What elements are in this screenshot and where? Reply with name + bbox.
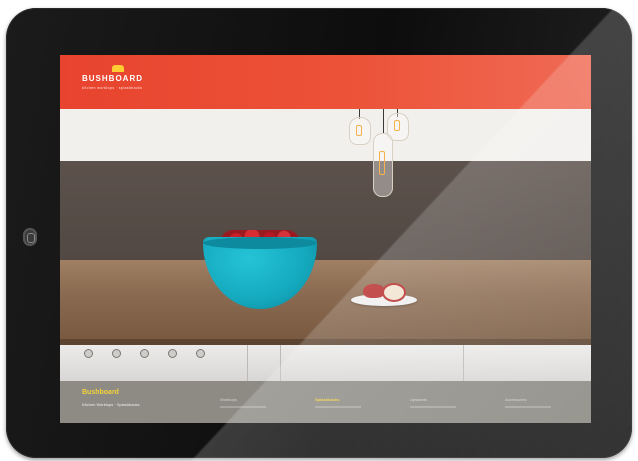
ceiling-band	[60, 109, 591, 161]
footer-nav-label: Worktops	[220, 397, 237, 402]
footer-nav-line	[315, 406, 361, 408]
tablet-screen: BUSHBOARD kitchen worktops · splashbacks…	[60, 55, 591, 423]
cabinet-divider	[280, 345, 281, 381]
footer-nav-splashbacks[interactable]: Splashbacks	[315, 397, 361, 408]
footer-nav-line	[220, 406, 266, 408]
cabinet-row	[60, 345, 591, 381]
hob-dial-icon	[140, 349, 149, 358]
apple-slice	[382, 283, 406, 302]
cabinet-divider	[463, 345, 464, 381]
footer-nav-label: Accessories	[505, 397, 527, 402]
wood-worktop	[60, 260, 591, 345]
home-button[interactable]	[23, 228, 37, 246]
hob-dial-icon	[84, 349, 93, 358]
footer-subtitle: Kitchen Worktops · Splashbacks	[82, 402, 140, 407]
footer-title: Bushboard	[82, 389, 119, 396]
header-bar: BUSHBOARD kitchen worktops · splashbacks	[60, 55, 591, 109]
filament	[356, 125, 362, 136]
filament	[379, 151, 385, 175]
footer-nav-line	[410, 406, 456, 408]
cabinet-divider	[247, 345, 248, 381]
logo-icon	[112, 65, 124, 72]
footer-nav-upstands[interactable]: Upstands	[410, 397, 456, 408]
footer-nav-worktops[interactable]: Worktops	[220, 397, 266, 408]
hob-dial-icon	[168, 349, 177, 358]
brand-logo[interactable]: BUSHBOARD	[82, 74, 143, 83]
footer-nav-label: Upstands	[410, 397, 427, 402]
pendant-cord	[383, 109, 384, 133]
bowl-rim	[203, 237, 317, 249]
hob-dial-icon	[112, 349, 121, 358]
brand-tagline: kitchen worktops · splashbacks	[82, 86, 143, 90]
hob-dial-icon	[196, 349, 205, 358]
filament	[394, 120, 400, 131]
footer-bar: Bushboard Kitchen Worktops · Splashbacks…	[60, 381, 591, 423]
footer-nav-accessories[interactable]: Accessories	[505, 397, 551, 408]
footer-nav-line	[505, 406, 551, 408]
footer-nav-label: Splashbacks	[315, 397, 340, 402]
